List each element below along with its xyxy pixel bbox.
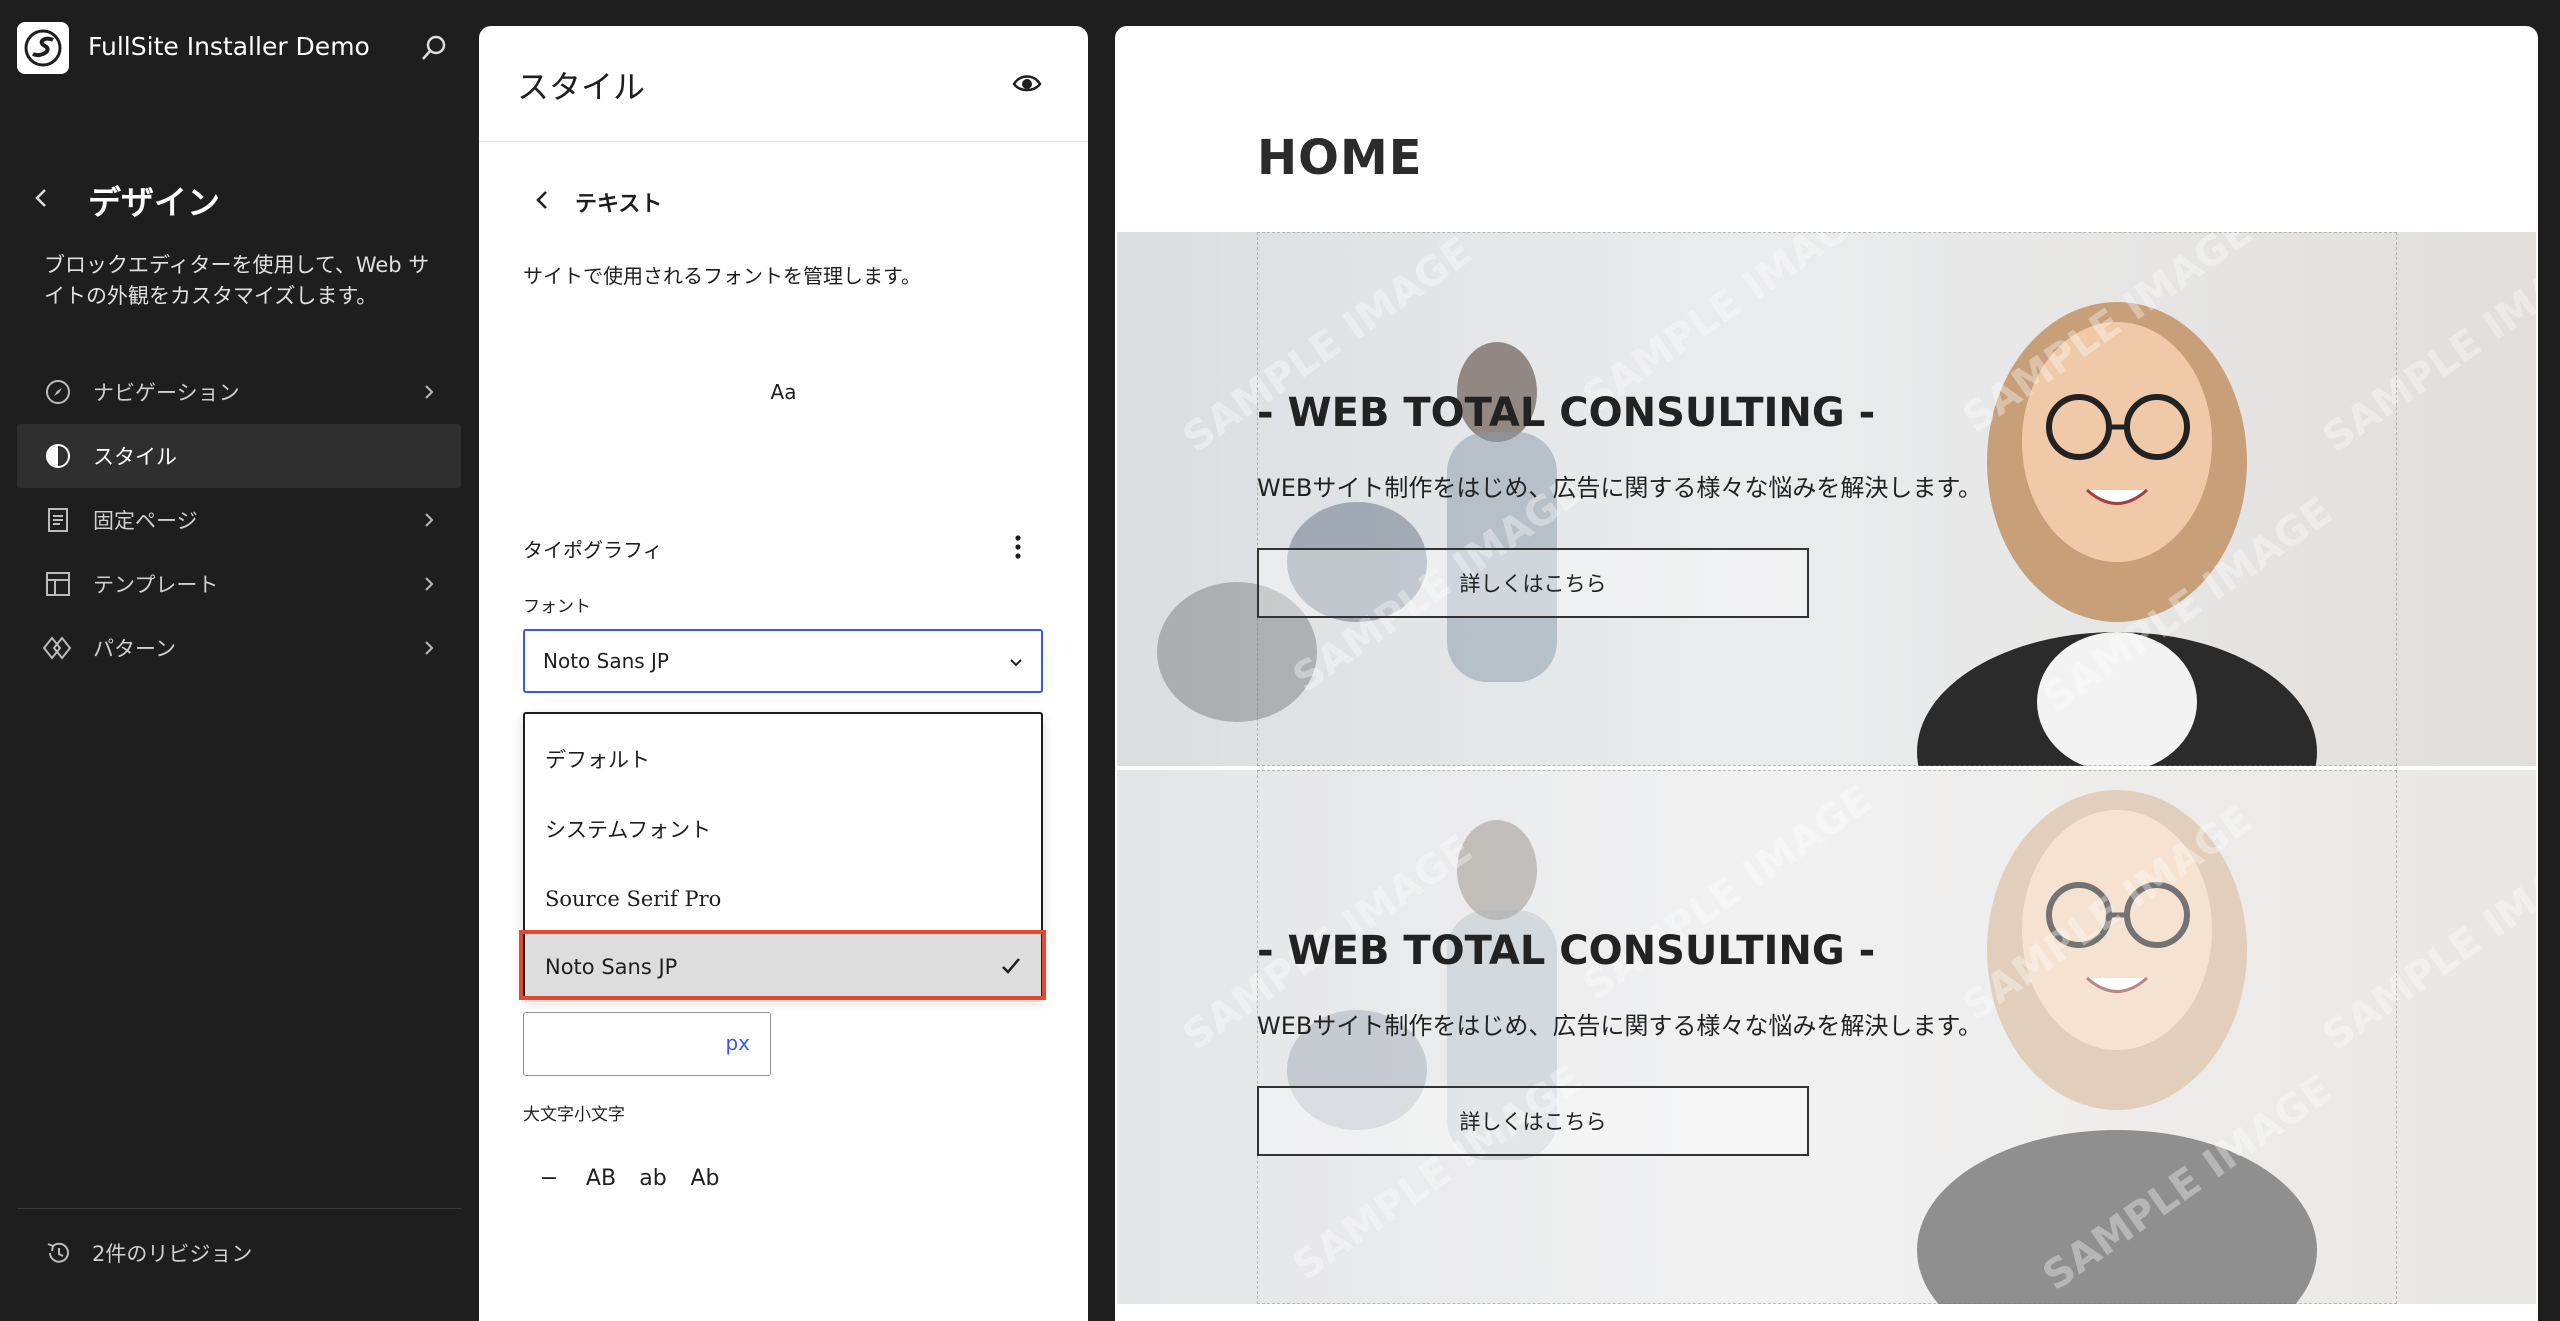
letter-case-options: − AB ab Ab (523, 1156, 731, 1200)
hero-section: SAMPLE IMAGE SAMPLE IMAGE SAMPLE IMAGE S… (1117, 232, 2536, 766)
sidebar-item-label: 固定ページ (93, 509, 198, 533)
selection-highlight-box (519, 930, 1046, 1000)
subpanel-description: サイトで使用されるフォントを管理します。 (523, 264, 921, 288)
font-family-select[interactable]: Noto Sans JP (523, 629, 1043, 693)
page-icon (43, 505, 73, 535)
search-icon[interactable] (418, 32, 450, 64)
styles-panel: スタイル テキスト サイトで使用されるフォントを管理します。 Aa タイポグラフ… (479, 26, 1088, 1321)
page-title: HOME (1257, 130, 1423, 186)
layout-icon (43, 569, 73, 599)
more-options-icon[interactable] (1005, 532, 1031, 562)
eye-icon[interactable] (1007, 64, 1047, 104)
font-size-input[interactable]: px (523, 1012, 771, 1076)
sidebar-item-styles[interactable]: スタイル (17, 424, 461, 488)
sidebar-item-patterns[interactable]: パターン (17, 616, 461, 680)
hero-heading: - WEB TOTAL CONSULTING - (1257, 928, 1876, 974)
hero-text: WEBサイト制作をはじめ、広告に関する様々な悩みを解決します。 (1257, 474, 1982, 502)
font-option-system[interactable]: システムフォント (525, 794, 1041, 864)
hero-text: WEBサイト制作をはじめ、広告に関する様々な悩みを解決します。 (1257, 1012, 1982, 1040)
site-logo-icon[interactable] (17, 22, 69, 74)
hero-cta-button[interactable]: 詳しくはこちら (1257, 548, 1809, 618)
letter-case-label: 大文字小文字 (523, 1105, 625, 1125)
revisions-link[interactable]: 2件のリビジョン (44, 1238, 252, 1268)
font-preview: Aa (770, 380, 797, 404)
font-label: フォント (523, 597, 591, 617)
font-select-value: Noto Sans JP (543, 649, 669, 673)
design-sidebar: FullSite Installer Demo デザイン ブロックエディターを使… (0, 0, 478, 1321)
panel-title: スタイル (517, 68, 646, 106)
chevron-down-icon (1005, 653, 1027, 673)
site-preview-canvas[interactable]: HOME SAMPLE IMAGE SAMPLE IMAGE SAMPLE IM… (1115, 26, 2538, 1321)
diamond-icon (43, 633, 73, 663)
sidebar-item-templates[interactable]: テンプレート (17, 552, 461, 616)
subpanel-title: テキスト (575, 192, 663, 217)
chevron-right-icon (419, 574, 439, 594)
case-capitalize-button[interactable]: Ab (679, 1156, 731, 1200)
case-lowercase-button[interactable]: ab (627, 1156, 679, 1200)
site-title[interactable]: FullSite Installer Demo (88, 32, 370, 61)
history-icon (44, 1238, 74, 1268)
typography-heading: タイポグラフィ (523, 538, 663, 562)
sidebar-item-navigation[interactable]: ナビゲーション (17, 360, 461, 424)
case-none-button[interactable]: − (523, 1156, 575, 1200)
hero-section: SAMPLE IMAGE SAMPLE IMAGE SAMPLE IMAGE S… (1117, 770, 2536, 1304)
back-chevron-icon[interactable] (531, 186, 555, 214)
section-title: デザイン (88, 183, 220, 222)
sidebar-item-label: テンプレート (93, 573, 219, 597)
sidebar-item-label: ナビゲーション (93, 381, 240, 405)
chevron-right-icon (419, 638, 439, 658)
case-uppercase-button[interactable]: AB (575, 1156, 627, 1200)
chevron-right-icon (419, 382, 439, 402)
sidebar-divider (17, 1208, 461, 1209)
font-option-default[interactable]: デフォルト (525, 724, 1041, 794)
unit-select[interactable]: px (725, 1031, 750, 1055)
back-chevron-icon[interactable] (28, 184, 56, 212)
compass-icon (43, 377, 73, 407)
chevron-right-icon (419, 510, 439, 530)
sidebar-menu: ナビゲーション スタイル 固定ページ テンプレート パターン (17, 360, 461, 680)
section-description: ブロックエディターを使用して、Web サイトの外観をカスタマイズします。 (44, 253, 430, 308)
hero-cta-button[interactable]: 詳しくはこちら (1257, 1086, 1809, 1156)
font-option-source-serif[interactable]: Source Serif Pro (525, 864, 1041, 934)
sidebar-item-label: パターン (93, 637, 176, 661)
revisions-label: 2件のリビジョン (92, 1242, 253, 1266)
sidebar-item-pages[interactable]: 固定ページ (17, 488, 461, 552)
half-circle-icon (43, 441, 73, 471)
hero-heading: - WEB TOTAL CONSULTING - (1257, 390, 1876, 436)
panel-header: スタイル (479, 26, 1088, 142)
sidebar-item-label: スタイル (93, 445, 177, 469)
